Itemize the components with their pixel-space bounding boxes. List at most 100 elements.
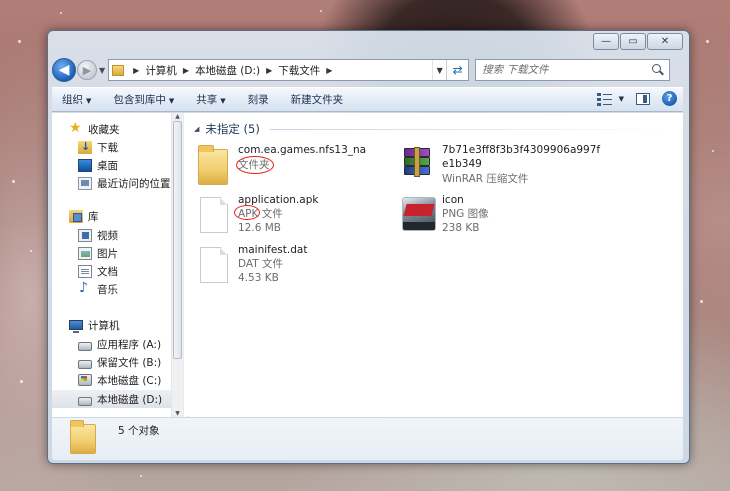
search-box[interactable] [475, 59, 671, 81]
sidebar-item-drive-d[interactable]: 本地磁盘 (D:) [52, 390, 171, 408]
collapse-icon[interactable]: ◢ [194, 125, 199, 133]
pane-splitter[interactable] [183, 113, 187, 417]
videos-icon [78, 228, 92, 242]
breadcrumb-downloads[interactable]: 下载文件 [278, 63, 320, 78]
sidebar-item-music[interactable]: 音乐 [52, 280, 171, 298]
file-item[interactable]: 7b71e3ff8f3b3f4309906a997fe1b349 WinRAR … [402, 143, 602, 189]
chevron-right-icon[interactable]: ▶ [266, 66, 272, 75]
sidebar-group-label: 收藏夹 [88, 123, 120, 136]
computer-icon [69, 320, 83, 333]
scroll-down-icon[interactable]: ▼ [172, 410, 183, 417]
address-dropdown-icon[interactable]: ▼ [432, 60, 446, 80]
organize-label: 组织 [62, 94, 83, 106]
game-image-icon [402, 197, 436, 231]
chevron-right-icon[interactable]: ▶ [183, 66, 189, 75]
file-type: WinRAR 压缩文件 [442, 173, 529, 185]
sidebar-group-computer[interactable]: 计算机 [52, 316, 171, 334]
sidebar-item-label: 下载 [97, 141, 118, 154]
sidebar-item-recent-places[interactable]: 最近访问的位置 [52, 174, 171, 192]
preview-pane-icon[interactable] [636, 92, 650, 105]
file-icon [200, 247, 228, 283]
sidebar-item-label: 本地磁盘 (D:) [97, 393, 163, 406]
file-name: application.apk [238, 194, 319, 206]
burn-button[interactable]: 刻录 [248, 92, 269, 107]
scrollbar-thumb[interactable] [173, 121, 182, 359]
drive-icon [78, 396, 92, 406]
chevron-right-icon[interactable]: ▶ [326, 66, 332, 75]
sidebar-item-desktop[interactable]: 桌面 [52, 156, 171, 174]
content-area: 收藏夹 下载 桌面 最近访问的位置 库 视频 [52, 113, 683, 417]
command-bar: 组织 ▼ 包含到库中 ▼ 共享 ▼ 刻录 新建文件夹 ▼ ? [52, 87, 683, 112]
file-item[interactable]: application.apk APK 文件 12.6 MB [198, 193, 398, 239]
red-annotation-circle [234, 205, 260, 220]
documents-icon [78, 264, 92, 278]
desktop-icon [78, 158, 92, 172]
sidebar-item-downloads[interactable]: 下载 [52, 138, 171, 156]
new-folder-button[interactable]: 新建文件夹 [291, 92, 344, 107]
close-button[interactable]: ✕ [647, 33, 683, 50]
details-pane: 5 个对象 [52, 418, 683, 460]
group-divider [270, 129, 677, 130]
file-type: PNG 图像 [442, 208, 489, 220]
downloads-folder-icon [78, 140, 92, 154]
file-name: 7b71e3ff8f3b3f4309906a997fe1b349 [442, 144, 601, 170]
chevron-down-icon: ▼ [618, 94, 624, 103]
file-name: icon [442, 194, 464, 206]
minimize-button[interactable]: — [593, 33, 619, 50]
file-type: DAT 文件 [238, 258, 284, 270]
item-count: 5 个对象 [118, 425, 160, 437]
maximize-button[interactable]: ▭ [620, 33, 646, 50]
breadcrumb-drive-d[interactable]: 本地磁盘 (D:) [195, 63, 260, 78]
sidebar-item-drive-c[interactable]: 本地磁盘 (C:) [52, 371, 171, 389]
file-item[interactable]: icon PNG 图像 238 KB [402, 193, 602, 239]
star-icon [69, 120, 83, 136]
group-header[interactable]: ◢ 未指定 (5) [194, 121, 260, 137]
include-in-library-button[interactable]: 包含到库中 ▼ [113, 92, 174, 107]
sidebar-item-drive-a[interactable]: 应用程序 (A:) [52, 335, 171, 353]
drive-icon [78, 341, 92, 351]
sidebar-item-videos[interactable]: 视频 [52, 226, 171, 244]
sidebar-group-label: 库 [88, 210, 99, 223]
file-list: ◢ 未指定 (5) com.ea.games.nfs13_na 文件夹 7b71… [188, 113, 683, 417]
explorer-window: — ▭ ✕ ◀ ▶ ▼ ▶ 计算机 ▶ 本地磁盘 (D:) ▶ 下载文件 ▶ ▼… [47, 30, 690, 464]
folder-icon [112, 64, 125, 76]
forward-button[interactable]: ▶ [77, 60, 97, 80]
sidebar-group-libraries[interactable]: 库 [52, 207, 171, 225]
toolbar-right: ▼ ? [596, 91, 677, 106]
sidebar-item-label: 音乐 [97, 283, 118, 296]
caption-buttons: — ▭ ✕ [593, 33, 683, 50]
file-size: 12.6 MB [238, 222, 281, 234]
file-item[interactable]: com.ea.games.nfs13_na 文件夹 [198, 143, 398, 189]
change-view-button[interactable]: ▼ [596, 92, 624, 106]
search-icon[interactable] [651, 63, 665, 77]
sidebar-group-favorites[interactable]: 收藏夹 [52, 120, 171, 138]
chevron-down-icon: ▼ [168, 97, 175, 105]
recent-places-icon [78, 176, 92, 190]
sidebar-item-pictures[interactable]: 图片 [52, 244, 171, 262]
file-size: 4.53 KB [238, 272, 279, 284]
file-name: mainifest.dat [238, 244, 308, 256]
drive-icon [78, 359, 92, 369]
chevron-right-icon[interactable]: ▶ [133, 66, 139, 75]
sidebar-item-label: 保留文件 (B:) [97, 356, 162, 369]
sidebar-item-documents[interactable]: 文档 [52, 262, 171, 280]
recent-pages-dropdown-icon[interactable]: ▼ [99, 66, 105, 75]
file-item[interactable]: mainifest.dat DAT 文件 4.53 KB [198, 243, 398, 289]
organize-button[interactable]: 组织 ▼ [62, 92, 91, 107]
help-icon[interactable]: ? [662, 91, 677, 106]
libraries-icon [69, 209, 83, 223]
share-label: 共享 [196, 94, 218, 106]
share-button[interactable]: 共享 ▼ [196, 92, 225, 107]
scroll-up-icon[interactable]: ▲ [172, 113, 183, 120]
sidebar-item-label: 图片 [97, 247, 118, 260]
include-in-library-label: 包含到库中 [113, 94, 166, 106]
sidebar-item-drive-b[interactable]: 保留文件 (B:) [52, 353, 171, 371]
refresh-button[interactable]: ⇄ [446, 60, 468, 80]
sidebar-scrollbar[interactable]: ▲ ▼ [171, 113, 183, 417]
red-annotation-circle [236, 156, 274, 174]
sidebar-item-label: 视频 [97, 229, 118, 242]
back-button[interactable]: ◀ [52, 58, 76, 82]
breadcrumb-computer[interactable]: 计算机 [145, 63, 177, 78]
search-input[interactable] [482, 64, 643, 76]
address-bar[interactable]: ▶ 计算机 ▶ 本地磁盘 (D:) ▶ 下载文件 ▶ ▼ ⇄ [108, 59, 470, 81]
